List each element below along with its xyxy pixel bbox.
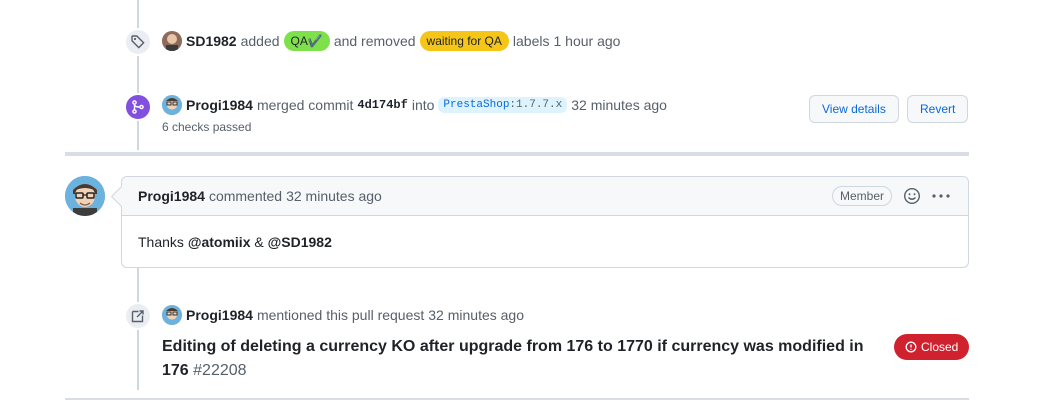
comment-time[interactable]: 32 minutes ago [286,188,382,204]
referenced-issue-title[interactable]: Editing of deleting a currency KO after … [162,335,877,383]
cross-reference-icon [124,302,152,330]
comment-text: Thanks [138,234,184,250]
revert-button[interactable]: Revert [907,95,969,123]
timeline-line-top [137,0,139,150]
comment-body: Thanks @atomiix & @SD1982 [122,216,968,268]
event-text: into [411,97,435,113]
avatar[interactable] [65,176,105,216]
commit-sha-link[interactable]: 4d174bf [357,98,407,112]
tag-icon [124,28,152,56]
kebab-menu-icon[interactable] [931,186,951,206]
comment-author[interactable]: Progi1984 [138,188,205,204]
event-time[interactable]: 1 hour ago [554,33,621,49]
avatar[interactable] [162,31,182,51]
event-text: added [240,33,280,49]
event-text: labels [512,33,550,49]
comment-action: commented [208,188,283,204]
merge-event: Progi1984 merged commit 4d174bf into Pre… [162,95,671,115]
closed-status-badge: Closed [894,334,970,360]
status-label: Closed [921,340,959,354]
event-text: merged commit [256,97,354,113]
avatar[interactable] [162,305,182,325]
timeline-divider [65,398,969,400]
event-text: mentioned this pull request [256,307,425,323]
comment-text: & [254,234,264,250]
event-text: and removed [333,33,416,49]
closed-issue-icon [905,341,917,353]
add-reaction-icon[interactable] [903,187,921,205]
mention-event: Progi1984 mentioned this pull request 32… [162,305,528,325]
branch-owner: PrestaShop [443,99,510,111]
event-actor[interactable]: SD1982 [186,33,237,49]
branch-name: :1.7.7.x [509,99,563,111]
checks-status[interactable]: 6 checks passed [162,120,251,134]
event-actor[interactable]: Progi1984 [186,97,253,113]
git-merge-icon [124,93,152,121]
waiting-for-qa-label[interactable]: waiting for QA [419,31,509,51]
issue-number[interactable]: #22208 [193,362,246,379]
label-event: SD1982 added QA✔️ and removed waiting fo… [162,31,624,51]
view-details-button[interactable]: View details [809,95,899,123]
comment-header: Progi1984 commented 32 minutes ago Membe… [122,177,968,216]
timeline-divider [65,152,969,156]
branch-ref[interactable]: PrestaShop:1.7.7.x [438,97,568,113]
event-actor[interactable]: Progi1984 [186,307,253,323]
mention-link[interactable]: @SD1982 [268,234,332,250]
member-badge: Member [832,186,893,206]
comment-box: Progi1984 commented 32 minutes ago Membe… [121,176,969,268]
event-time[interactable]: 32 minutes ago [428,307,524,323]
avatar[interactable] [162,95,182,115]
issue-title-text[interactable]: Editing of deleting a currency KO after … [162,338,864,379]
event-time[interactable]: 32 minutes ago [571,97,667,113]
qa-label[interactable]: QA✔️ [283,31,330,51]
mention-link[interactable]: @atomiix [188,234,251,250]
